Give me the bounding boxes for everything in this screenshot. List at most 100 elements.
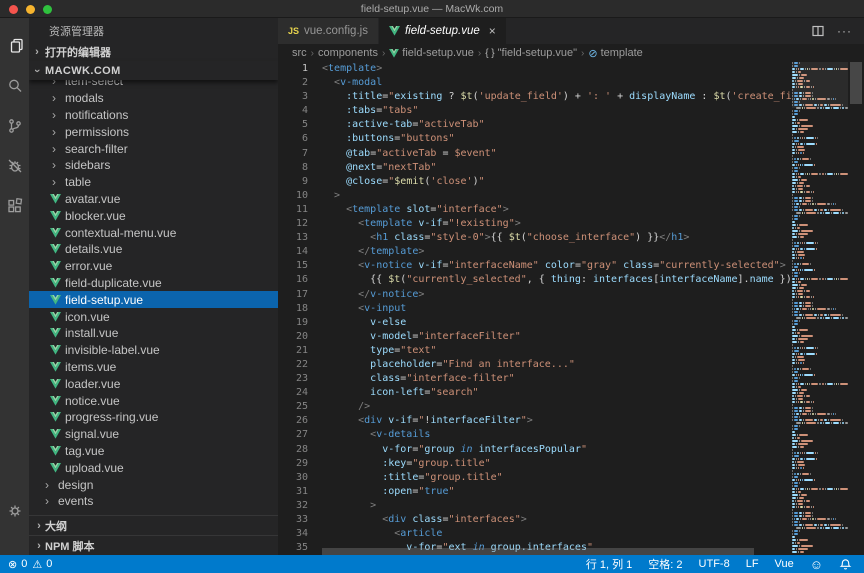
close-tab-icon[interactable]: ×: [489, 24, 496, 38]
vertical-scrollbar[interactable]: [848, 62, 864, 555]
code-line-24[interactable]: 24 icon-left="search": [278, 386, 792, 400]
code-line-1[interactable]: 1<template>: [278, 62, 792, 76]
problems-warnings[interactable]: ⚠ 0: [32, 558, 52, 571]
tree-item-tag.vue[interactable]: tag.vue: [29, 443, 278, 460]
code-editor[interactable]: 1<template>2 <v-modal3 :title="existing …: [278, 62, 792, 555]
status-item-4[interactable]: Vue: [775, 558, 794, 570]
tree-item-icon.vue[interactable]: icon.vue: [29, 308, 278, 325]
code-line-13[interactable]: 13 <h1 class="style-0">{{ $t("choose_int…: [278, 231, 792, 245]
tree-item-modals[interactable]: ›modals: [29, 90, 278, 107]
tree-item-avatar.vue[interactable]: avatar.vue: [29, 191, 278, 208]
status-item-1[interactable]: 空格: 2: [648, 556, 682, 572]
search-icon[interactable]: [0, 66, 29, 106]
tree-item-events[interactable]: ›events: [29, 493, 278, 510]
code-line-9[interactable]: 9 @close="$emit('close')": [278, 175, 792, 189]
open-editors-section[interactable]: › 打开的编辑器: [29, 43, 278, 61]
code-line-27[interactable]: 27 <v-details: [278, 428, 792, 442]
code-line-15[interactable]: 15 <v-notice v-if="interfaceName" color=…: [278, 259, 792, 273]
code-line-23[interactable]: 23 class="interface-filter": [278, 372, 792, 386]
status-item-0[interactable]: 行 1, 列 1: [586, 556, 632, 572]
code-line-11[interactable]: 11 <template slot="interface">: [278, 203, 792, 217]
code-line-2[interactable]: 2 <v-modal: [278, 76, 792, 90]
code-line-18[interactable]: 18 <v-input: [278, 302, 792, 316]
tree-item-progress-ring.vue[interactable]: progress-ring.vue: [29, 409, 278, 426]
code-line-28[interactable]: 28 v-for="group in interfacesPopular": [278, 443, 792, 457]
code-line-16[interactable]: 16 {{ $t("currently_selected", { thing: …: [278, 273, 792, 287]
tab-field-setup-vue[interactable]: field-setup.vue ×: [379, 18, 506, 44]
code-line-14[interactable]: 14 </template>: [278, 245, 792, 259]
split-editor-icon[interactable]: [811, 24, 825, 38]
breadcrumb-components[interactable]: components: [318, 47, 378, 59]
tree-item-details.vue[interactable]: details.vue: [29, 241, 278, 258]
tree-item-error.vue[interactable]: error.vue: [29, 258, 278, 275]
code-line-4[interactable]: 4 :tabs="tabs": [278, 104, 792, 118]
vue-icon: [50, 295, 61, 305]
tree-item-field-duplicate.vue[interactable]: field-duplicate.vue: [29, 275, 278, 292]
code-line-6[interactable]: 6 :buttons="buttons": [278, 132, 792, 146]
minimap-slider[interactable]: [792, 62, 848, 108]
code-line-29[interactable]: 29 :key="group.title": [278, 457, 792, 471]
tree-item-notice.vue[interactable]: notice.vue: [29, 392, 278, 409]
tree-item-loader.vue[interactable]: loader.vue: [29, 375, 278, 392]
code-line-26[interactable]: 26 <div v-if="!interfaceFilter">: [278, 414, 792, 428]
tree-item-contextual-menu.vue[interactable]: contextual-menu.vue: [29, 224, 278, 241]
code-line-22[interactable]: 22 placeholder="Find an interface...": [278, 358, 792, 372]
code-line-19[interactable]: 19 v-else: [278, 316, 792, 330]
minimize-window-button[interactable]: [26, 5, 35, 14]
feedback-smiley-icon[interactable]: ☺: [810, 557, 823, 572]
code-line-34[interactable]: 34 <article: [278, 527, 792, 541]
npm-scripts-section[interactable]: › NPM 脚本: [29, 535, 278, 555]
status-item-3[interactable]: LF: [746, 558, 759, 570]
code-line-21[interactable]: 21 type="text": [278, 344, 792, 358]
tree-item-signal.vue[interactable]: signal.vue: [29, 426, 278, 443]
tree-item-blocker.vue[interactable]: blocker.vue: [29, 207, 278, 224]
code-line-17[interactable]: 17 </v-notice>: [278, 288, 792, 302]
extensions-icon[interactable]: [0, 186, 29, 226]
tree-item-table[interactable]: ›table: [29, 174, 278, 191]
tab-vue-config-js[interactable]: JS vue.config.js: [278, 18, 379, 44]
tree-item-items.vue[interactable]: items.vue: [29, 359, 278, 376]
tree-item-field-setup.vue[interactable]: field-setup.vue: [29, 291, 278, 308]
tree-item-notifications[interactable]: ›notifications: [29, 107, 278, 124]
chevron-right-icon: ›: [52, 142, 65, 156]
more-actions-icon[interactable]: ···: [837, 24, 852, 38]
breadcrumb-file[interactable]: field-setup.vue: [389, 47, 474, 59]
code-line-5[interactable]: 5 :active-tab="activeTab": [278, 118, 792, 132]
code-line-33[interactable]: 33 <div class="interfaces">: [278, 513, 792, 527]
code-line-31[interactable]: 31 :open="true": [278, 485, 792, 499]
code-line-32[interactable]: 32 >: [278, 499, 792, 513]
close-window-button[interactable]: [9, 5, 18, 14]
project-root-section[interactable]: › MACWK.COM: [29, 61, 278, 80]
tree-item-item-select[interactable]: ›item-select: [29, 80, 278, 90]
outline-section[interactable]: › 大纲: [29, 515, 278, 535]
breadcrumb-src[interactable]: src: [292, 47, 307, 59]
tree-item-invisible-label.vue[interactable]: invisible-label.vue: [29, 342, 278, 359]
minimap[interactable]: [792, 62, 848, 555]
settings-gear-icon[interactable]: [0, 491, 29, 531]
tree-item-permissions[interactable]: ›permissions: [29, 123, 278, 140]
status-item-2[interactable]: UTF-8: [699, 558, 730, 570]
code-line-3[interactable]: 3 :title="existing ? $t('update_field') …: [278, 90, 792, 104]
code-line-10[interactable]: 10 >: [278, 189, 792, 203]
explorer-icon[interactable]: [0, 26, 29, 66]
notifications-bell-icon[interactable]: [839, 558, 852, 571]
code-line-8[interactable]: 8 @next="nextTab": [278, 161, 792, 175]
code-line-25[interactable]: 25 />: [278, 400, 792, 414]
tree-item-sidebars[interactable]: ›sidebars: [29, 157, 278, 174]
code-line-12[interactable]: 12 <template v-if="!existing">: [278, 217, 792, 231]
breadcrumb-template[interactable]: ⊘ template: [588, 47, 642, 60]
debug-icon[interactable]: [0, 146, 29, 186]
code-line-20[interactable]: 20 v-model="interfaceFilter": [278, 330, 792, 344]
window-controls[interactable]: [9, 5, 52, 14]
tree-item-upload.vue[interactable]: upload.vue: [29, 459, 278, 476]
code-line-7[interactable]: 7 @tab="activeTab = $event": [278, 147, 792, 161]
tree-item-design[interactable]: ›design: [29, 476, 278, 493]
zoom-window-button[interactable]: [43, 5, 52, 14]
horizontal-scrollbar[interactable]: [322, 548, 792, 555]
tree-item-install.vue[interactable]: install.vue: [29, 325, 278, 342]
source-control-icon[interactable]: [0, 106, 29, 146]
code-line-30[interactable]: 30 :title="group.title": [278, 471, 792, 485]
breadcrumb-symbol[interactable]: { } "field-setup.vue": [485, 47, 577, 59]
tree-item-search-filter[interactable]: ›search-filter: [29, 140, 278, 157]
problems-errors[interactable]: ⊗ 0: [8, 558, 27, 571]
